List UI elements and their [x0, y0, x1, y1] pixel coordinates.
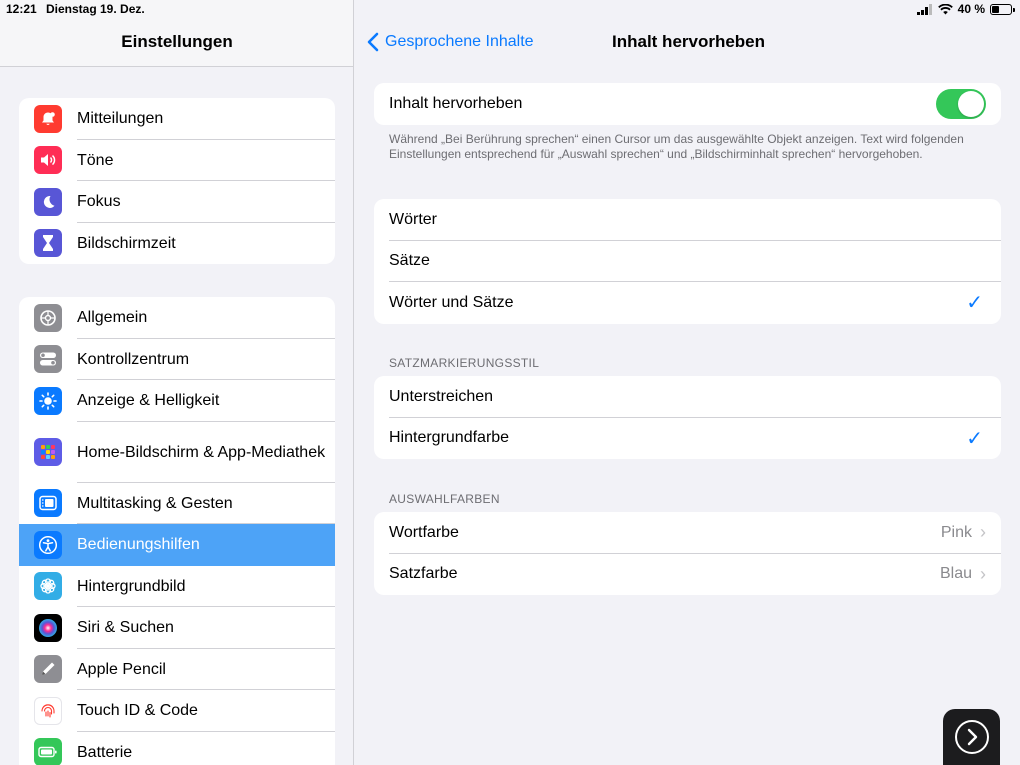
- flower-icon: [34, 572, 62, 601]
- colors-card: Wortfarbe Pink › Satzfarbe Blau ›: [374, 512, 1001, 595]
- sidebar-item-touch-id[interactable]: Touch ID & Code: [19, 690, 335, 732]
- sidebar-item-label: Fokus: [77, 193, 121, 211]
- toggle-knob: [958, 90, 984, 117]
- option-hintergrundfarbe[interactable]: Hintergrundfarbe ✓: [374, 418, 1001, 460]
- siri-icon: [34, 613, 62, 642]
- sidebar-item-multitasking[interactable]: Multitasking & Gesten: [19, 483, 335, 525]
- sidebar-item-label: Batterie: [77, 743, 133, 761]
- sidebar-item-bedienungshilfen[interactable]: Bedienungshilfen: [19, 524, 335, 566]
- sidebar-item-siri[interactable]: Siri & Suchen: [19, 607, 335, 649]
- sidebar-item-label: Anzeige & Helligkeit: [77, 392, 220, 410]
- chevron-right-icon: ›: [980, 522, 986, 543]
- option-woerter-und-saetze[interactable]: Wörter und Sätze ✓: [374, 282, 1001, 324]
- checkmark-icon: ✓: [966, 427, 983, 450]
- option-label: Wörter und Sätze: [389, 293, 514, 311]
- sidebar-item-label: Bildschirmzeit: [77, 234, 176, 252]
- sentence-color-value: Blau: [939, 565, 972, 583]
- status-time: 12:21: [6, 2, 37, 16]
- sidebar-group-general: Allgemein Kontrollzentrum Anzeige & Hell…: [19, 297, 335, 765]
- multitasking-icon: [34, 489, 62, 518]
- floating-next-button[interactable]: [943, 709, 1000, 765]
- hourglass-icon: [34, 229, 62, 258]
- sidebar-item-label: Töne: [77, 151, 114, 169]
- sidebar-item-hintergrundbild[interactable]: Hintergrundbild: [19, 566, 335, 608]
- sidebar-item-label: Mitteilungen: [77, 110, 164, 128]
- status-date: Dienstag 19. Dez.: [46, 2, 145, 16]
- chevron-right-circle-icon: [954, 720, 989, 754]
- sidebar-item-label: Allgemein: [77, 309, 148, 327]
- pencil-icon: [34, 655, 62, 684]
- highlight-content-toggle[interactable]: [936, 88, 986, 119]
- option-woerter[interactable]: Wörter: [374, 199, 1001, 241]
- sidebar-item-kontrollzentrum[interactable]: Kontrollzentrum: [19, 339, 335, 381]
- sidebar-item-label: Siri & Suchen: [77, 619, 174, 637]
- sidebar-item-label: Kontrollzentrum: [77, 350, 190, 368]
- sidebar-item-apple-pencil[interactable]: Apple Pencil: [19, 649, 335, 691]
- word-color-value: Pink: [940, 523, 972, 541]
- highlight-footnote: Während „Bei Berührung sprechen“ einen C…: [389, 132, 964, 161]
- option-saetze[interactable]: Sätze: [374, 241, 1001, 283]
- checkmark-icon: ✓: [966, 292, 983, 315]
- sidebar-item-fokus[interactable]: Fokus: [19, 181, 335, 223]
- sidebar-item-batterie[interactable]: Batterie: [19, 732, 335, 765]
- sentence-color-row[interactable]: Satzfarbe Blau ›: [374, 554, 1001, 596]
- sentence-color-label: Satzfarbe: [389, 565, 458, 583]
- sidebar-item-label: Hintergrundbild: [77, 577, 186, 595]
- colors-section-header: AUSWAHLFARBEN: [389, 492, 500, 506]
- sidebar-title: Einstellungen: [121, 32, 233, 51]
- option-label: Sätze: [389, 252, 430, 270]
- style-options-card: Unterstreichen Hintergrundfarbe ✓: [374, 376, 1001, 459]
- sidebar-item-label: Apple Pencil: [77, 660, 166, 678]
- sidebar-item-mitteilungen[interactable]: Mitteilungen: [19, 98, 335, 140]
- sidebar-item-label: Bedienungshilfen: [77, 536, 200, 554]
- battery-icon: [34, 738, 62, 765]
- sidebar-item-anzeige[interactable]: Anzeige & Helligkeit: [19, 380, 335, 422]
- highlight-content-row: Inhalt hervorheben: [374, 83, 1001, 125]
- sidebar-item-home-bildschirm[interactable]: Home-Bildschirm & App-Mediathek: [19, 422, 335, 483]
- sidebar-item-label: Home-Bildschirm & App-Mediathek: [77, 443, 326, 461]
- sidebar-group-notifications: Mitteilungen Töne Fokus Bildschirmzeit: [19, 98, 335, 264]
- battery-percent: 40 %: [957, 2, 985, 16]
- highlight-content-label: Inhalt hervorheben: [389, 94, 523, 112]
- back-label: Gesprochene Inhalte: [385, 33, 534, 50]
- chevron-right-icon: ›: [980, 563, 986, 584]
- moon-icon: [34, 187, 62, 216]
- bell-icon: [34, 104, 62, 133]
- option-unterstreichen[interactable]: Unterstreichen: [374, 376, 1001, 418]
- mode-options-card: Wörter Sätze Wörter und Sätze ✓: [374, 199, 1001, 324]
- settings-sidebar: Einstellungen Mitteilungen Töne Fokus Bi…: [0, 0, 354, 765]
- status-bar: 12:21 Dienstag 19. Dez. 40 %: [0, 0, 1020, 20]
- sidebar-item-toene[interactable]: Töne: [19, 140, 335, 182]
- style-section-header: SATZMARKIERUNGSSTIL: [389, 356, 540, 370]
- sidebar-item-label: Touch ID & Code: [77, 702, 198, 720]
- detail-pane: Gesprochene Inhalte Inhalt hervorheben I…: [355, 0, 1020, 765]
- back-button[interactable]: Gesprochene Inhalte: [367, 32, 534, 52]
- sun-icon: [34, 386, 62, 415]
- chevron-left-icon: [367, 32, 379, 52]
- fingerprint-icon: [34, 696, 62, 725]
- option-label: Hintergrundfarbe: [389, 429, 510, 447]
- sidebar-item-bildschirmzeit[interactable]: Bildschirmzeit: [19, 223, 335, 265]
- status-indicators: 40 %: [916, 2, 1015, 16]
- page-title: Inhalt hervorheben: [612, 32, 766, 51]
- sidebar-item-label: Multitasking & Gesten: [77, 494, 233, 512]
- speaker-icon: [34, 146, 62, 175]
- app-grid-icon: [34, 438, 62, 466]
- accessibility-icon: [34, 530, 62, 559]
- toggles-icon: [34, 345, 62, 374]
- battery-icon: [990, 3, 1015, 15]
- toggle-card: Inhalt hervorheben: [374, 83, 1001, 125]
- word-color-row[interactable]: Wortfarbe Pink ›: [374, 512, 1001, 554]
- gear-icon: [34, 303, 62, 332]
- cellular-signal-icon: [916, 3, 932, 15]
- word-color-label: Wortfarbe: [389, 523, 459, 541]
- sidebar-item-allgemein[interactable]: Allgemein: [19, 297, 335, 339]
- option-label: Unterstreichen: [389, 387, 494, 405]
- wifi-icon: [937, 3, 953, 14]
- option-label: Wörter: [389, 210, 437, 228]
